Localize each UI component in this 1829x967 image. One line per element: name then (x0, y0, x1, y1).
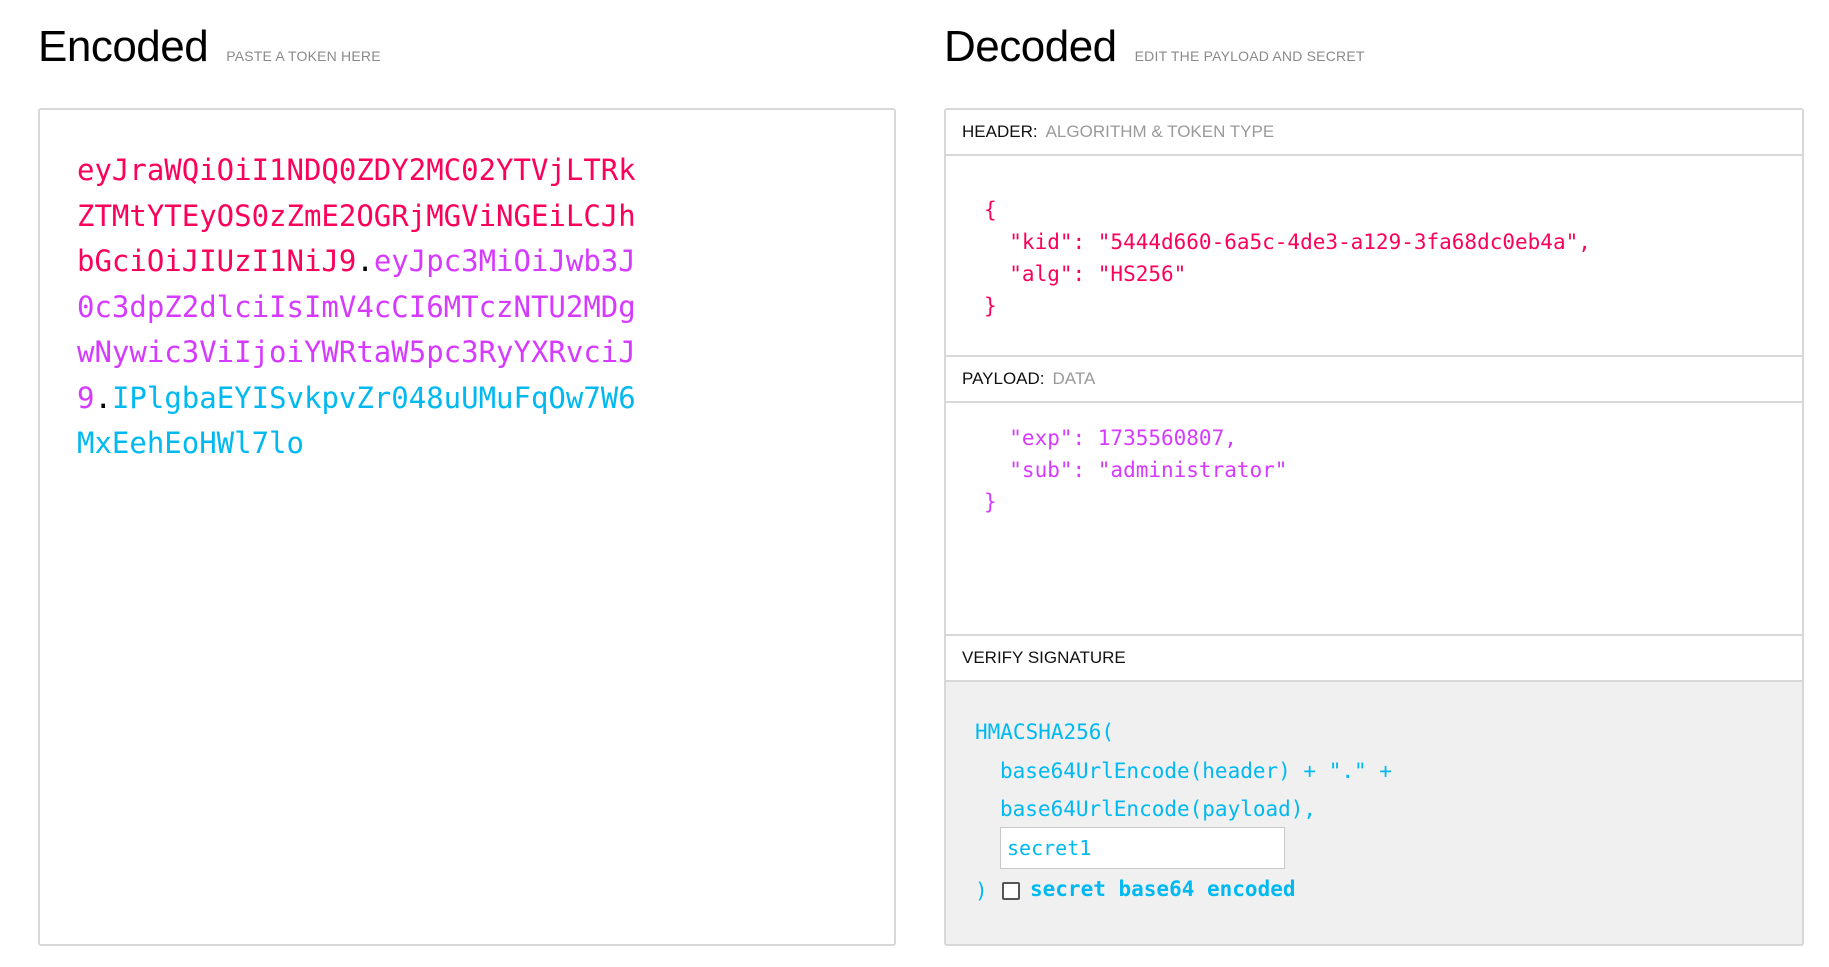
payload-section-bar: PAYLOAD: DATA (946, 355, 1802, 403)
encoded-token-text[interactable]: eyJraWQiOiI1NDQ0ZDY2MC02YTVjLTRkZTMtYTEy… (77, 148, 637, 467)
verify-section-label: VERIFY SIGNATURE (962, 648, 1126, 667)
decoded-title: Decoded (944, 22, 1117, 71)
base64-encoded-checkbox[interactable] (1002, 882, 1020, 900)
decoded-subtitle: EDIT THE PAYLOAD AND SECRET (1134, 48, 1365, 64)
header-json-editor[interactable]: { "kid": "5444d660-6a5c-4de3-a129-3fa68d… (984, 194, 1591, 322)
decoded-panel: HEADER: ALGORITHM & TOKEN TYPE { "kid": … (944, 108, 1804, 946)
hmac-function-line: HMACSHA256( (975, 720, 1115, 744)
encoded-heading: Encoded PASTE A TOKEN HERE (38, 22, 381, 72)
decoded-heading: Decoded EDIT THE PAYLOAD AND SECRET (944, 22, 1365, 72)
secret-input[interactable] (1000, 827, 1285, 869)
base64-encoded-label[interactable]: secret base64 encoded (1030, 877, 1296, 901)
encoded-subtitle: PASTE A TOKEN HERE (226, 48, 381, 64)
token-separator: . (356, 244, 374, 278)
header-section-bar: HEADER: ALGORITHM & TOKEN TYPE (946, 110, 1802, 156)
hmac-payload-line: base64UrlEncode(payload), (1000, 797, 1317, 821)
payload-section-label: PAYLOAD: (962, 369, 1045, 388)
encoded-title: Encoded (38, 22, 209, 71)
header-section-label: HEADER: (962, 122, 1038, 141)
header-section-sublabel: ALGORITHM & TOKEN TYPE (1045, 122, 1275, 141)
verify-section-bar: VERIFY SIGNATURE (946, 634, 1802, 682)
hmac-close-paren: ) (975, 879, 988, 903)
hmac-header-line: base64UrlEncode(header) + "." + (1000, 759, 1392, 783)
verify-signature-area: HMACSHA256( base64UrlEncode(header) + ".… (946, 682, 1802, 944)
payload-section-sublabel: DATA (1052, 369, 1096, 388)
token-signature-part: IPlgbaEYISvkpvZr048uUMuFqOw7W6MxEehEoHWl… (77, 380, 636, 461)
payload-json-editor[interactable]: "exp": 1735560807, "sub": "administrator… (984, 422, 1287, 518)
encoded-token-editor[interactable]: eyJraWQiOiI1NDQ0ZDY2MC02YTVjLTRkZTMtYTEy… (38, 108, 896, 946)
token-separator: . (94, 380, 112, 415)
